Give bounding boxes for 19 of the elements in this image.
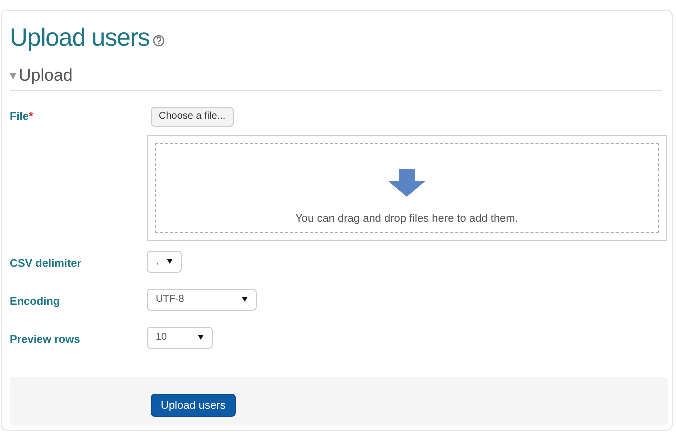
dropdown-caret-icon — [242, 297, 248, 302]
download-arrow-icon — [388, 168, 426, 196]
field-label: File — [10, 110, 29, 124]
field-label: Encoding — [10, 294, 60, 310]
select-field[interactable]: 10 — [147, 326, 213, 348]
field-label: CSV delimiter — [10, 256, 82, 272]
dropdown-caret-icon — [198, 335, 204, 340]
drop-zone[interactable]: You can drag and drop files here to add them. — [147, 134, 667, 240]
choose-file-button[interactable]: Choose a file... — [151, 106, 234, 126]
upload-users-button[interactable]: Upload users — [151, 394, 236, 418]
page-title: Upload users — [10, 23, 150, 53]
select-field[interactable]: , — [147, 250, 182, 272]
help-icon[interactable] — [152, 35, 165, 47]
required-mark: * — [28, 110, 34, 124]
field-label: Preview rows — [10, 332, 80, 348]
select-field[interactable]: UTF-8 — [147, 288, 257, 310]
drop-hint: You can drag and drop files here to add them. — [296, 212, 518, 226]
dropdown-caret-icon — [167, 259, 173, 264]
section-title[interactable]: Upload — [19, 63, 73, 88]
